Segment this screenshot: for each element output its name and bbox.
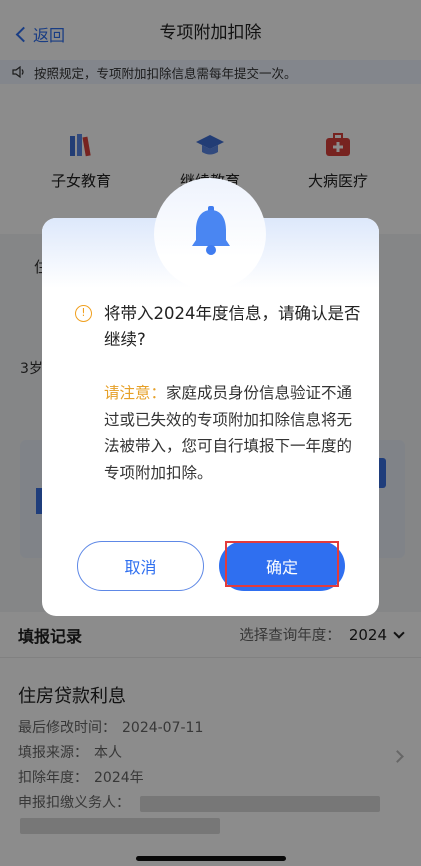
cancel-button[interactable]: 取消 [77,541,204,591]
info-icon: ! [75,305,92,322]
message-text: 将带入2024年度信息，请确认是否继续? [104,304,361,349]
confirm-highlight-box [225,541,339,587]
bell-icon [192,206,230,255]
note-label: 请注意： [104,384,167,402]
cancel-label: 取消 [124,558,157,577]
dialog-message: ! 将带入2024年度信息，请确认是否继续? [75,301,365,353]
dialog-note: 请注意：家庭成员身份信息验证不通过或已失效的专项附加扣除信息将无法被带入，您可自… [104,380,358,486]
